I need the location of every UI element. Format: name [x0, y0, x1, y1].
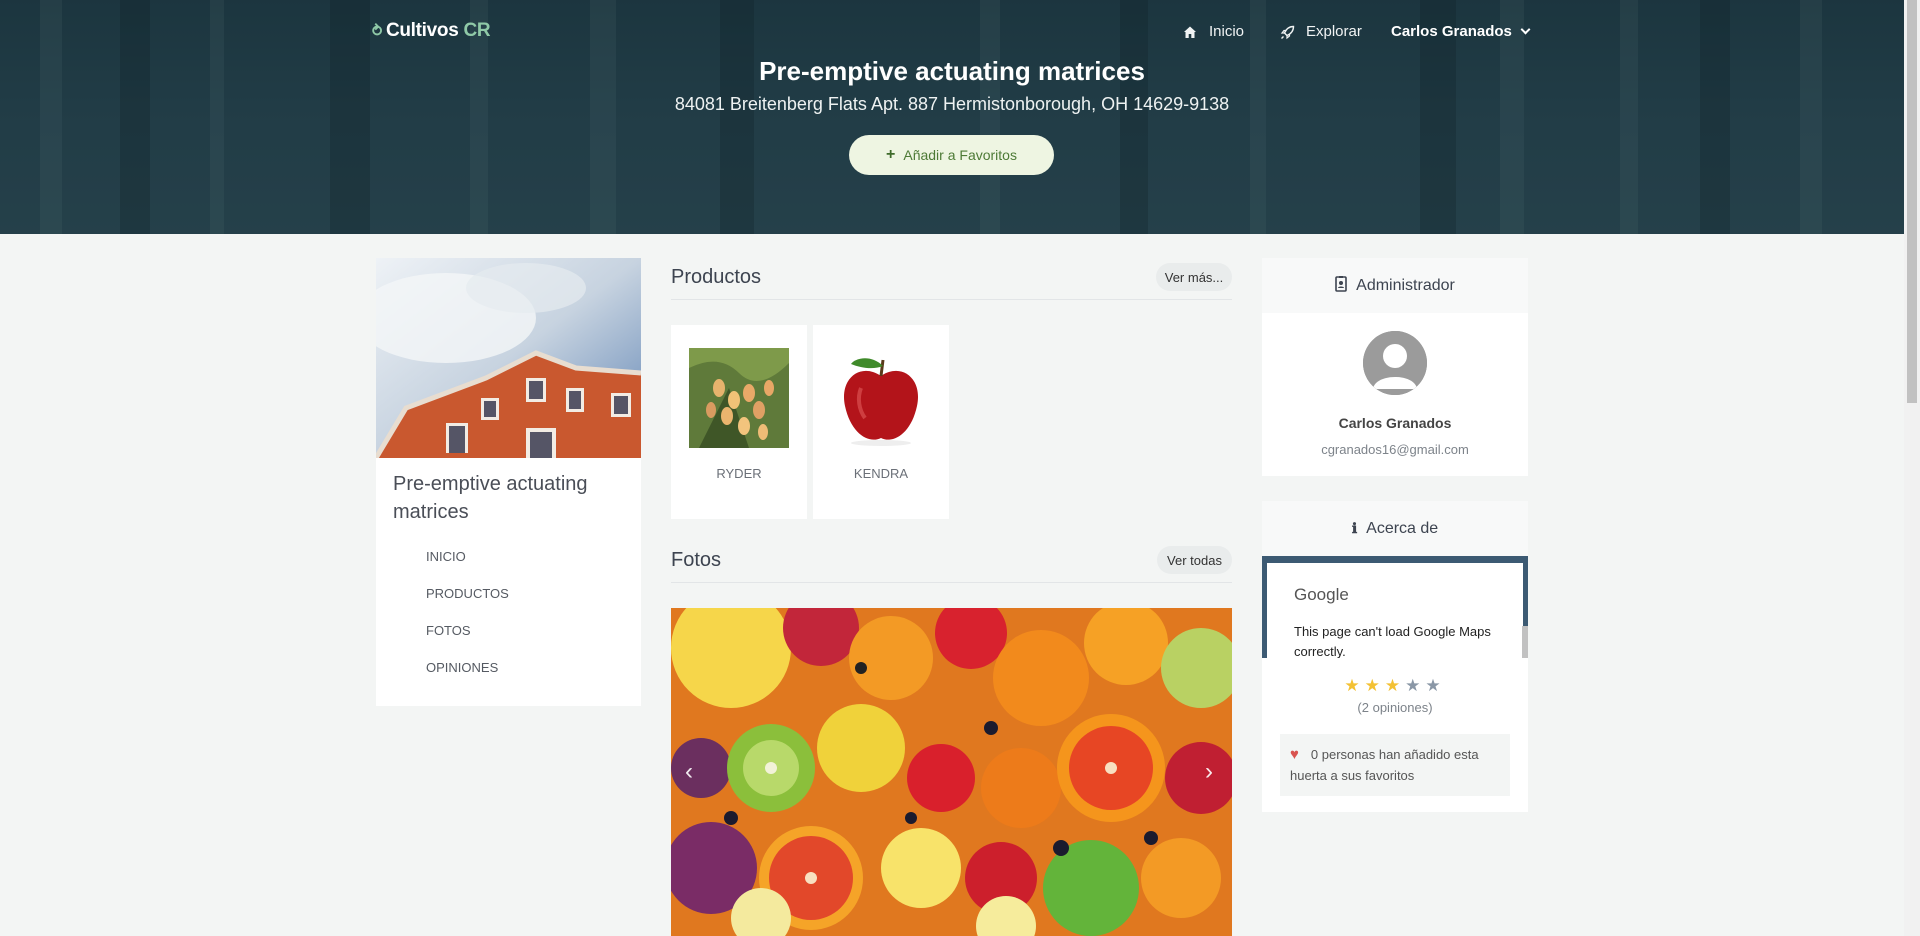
side-menu-productos[interactable]: PRODUCTOS [376, 585, 641, 622]
id-badge-icon [1335, 276, 1347, 295]
map-embed[interactable]: Google This page can't load Google Maps … [1262, 556, 1528, 658]
nav-explore-link[interactable]: Explorar [1280, 23, 1362, 40]
admin-header: Administrador [1262, 258, 1528, 313]
map-error-panel: Google This page can't load Google Maps … [1267, 563, 1523, 658]
page-title: Pre-emptive actuating matrices [759, 56, 1145, 86]
add-favorite-button[interactable]: + Añadir a Favoritos [849, 135, 1054, 175]
leaf-icon: ⥁ [372, 23, 382, 40]
photo-carousel[interactable]: ‹ › [671, 608, 1232, 936]
star-filled-icon: ★ [1364, 676, 1385, 695]
side-menu-opiniones[interactable]: OPINIONES [376, 659, 641, 696]
avatar [1363, 331, 1427, 395]
photos-title: Fotos [671, 549, 722, 571]
divider [671, 582, 1232, 583]
product-card[interactable]: KENDRA [813, 325, 949, 519]
carousel-prev-icon[interactable]: ‹ [685, 758, 705, 785]
user-menu[interactable]: Carlos Granados [1391, 23, 1531, 40]
google-logo: Google [1294, 585, 1349, 604]
star-empty-icon: ★ [1425, 676, 1446, 695]
favorites-info: ♥ 0 personas han añadido esta huerta a su… [1280, 734, 1510, 796]
carousel-next-icon[interactable]: › [1205, 758, 1225, 785]
side-menu-inicio[interactable]: INICIO [376, 548, 641, 585]
fruit-photo [671, 608, 1232, 936]
about-card: ℹ Acerca de Google This page can't load … [1262, 501, 1528, 812]
home-icon [1183, 25, 1197, 39]
chevron-down-icon [1520, 24, 1531, 35]
heart-icon: ♥ [1290, 746, 1299, 763]
mango-tree-image [689, 348, 789, 448]
reviews-count[interactable]: (2 opiniones) [1262, 700, 1528, 715]
admin-email[interactable]: cgranados16@gmail.com [1262, 442, 1528, 457]
photos-all-button[interactable]: Ver todas [1157, 546, 1232, 574]
products-title: Productos [671, 266, 762, 288]
rating-stars: ★★★★★ [1262, 676, 1528, 696]
star-empty-icon: ★ [1405, 676, 1426, 695]
brand-logo[interactable]: ⥁ Cultivos CR [372, 20, 491, 42]
red-apple-image [831, 348, 931, 448]
hero-banner: ⥁ Cultivos CR Inicio Explorar Carlos Gra… [0, 0, 1904, 234]
profile-card: Pre-emptive actuating matrices INICIO PR… [376, 258, 641, 706]
page-address: 84081 Breitenberg Flats Apt. 887 Hermist… [674, 94, 1230, 114]
product-label: KENDRA [853, 466, 909, 481]
product-card[interactable]: RYDER [671, 325, 807, 519]
plus-icon: + [886, 146, 896, 163]
nav-home-link[interactable]: Inicio [1183, 23, 1244, 40]
star-filled-icon: ★ [1344, 676, 1365, 695]
admin-card: Administrador Carlos Granados cgranados1… [1262, 258, 1528, 476]
top-nav: ⥁ Cultivos CR Inicio Explorar Carlos Gra… [0, 20, 1904, 46]
rocket-icon [1280, 25, 1295, 39]
about-header: ℹ Acerca de [1262, 501, 1528, 556]
profile-photo [376, 258, 641, 458]
product-label: RYDER [716, 466, 762, 481]
profile-name: Pre-emptive actuating matrices [393, 473, 588, 523]
products-more-button[interactable]: Ver más... [1156, 263, 1232, 291]
map-scrollbar[interactable] [1522, 626, 1528, 658]
page-scrollbar[interactable] [1904, 0, 1920, 936]
side-menu-fotos[interactable]: FOTOS [376, 622, 641, 659]
divider [671, 299, 1232, 300]
star-filled-icon: ★ [1384, 676, 1406, 695]
map-error-message: This page can't load Google Maps correct… [1294, 624, 1491, 658]
side-menu: INICIO PRODUCTOS FOTOS OPINIONES [376, 548, 641, 696]
scrollbar-thumb[interactable] [1907, 0, 1917, 403]
admin-name: Carlos Granados [1338, 415, 1452, 431]
info-icon: ℹ [1351, 520, 1358, 536]
